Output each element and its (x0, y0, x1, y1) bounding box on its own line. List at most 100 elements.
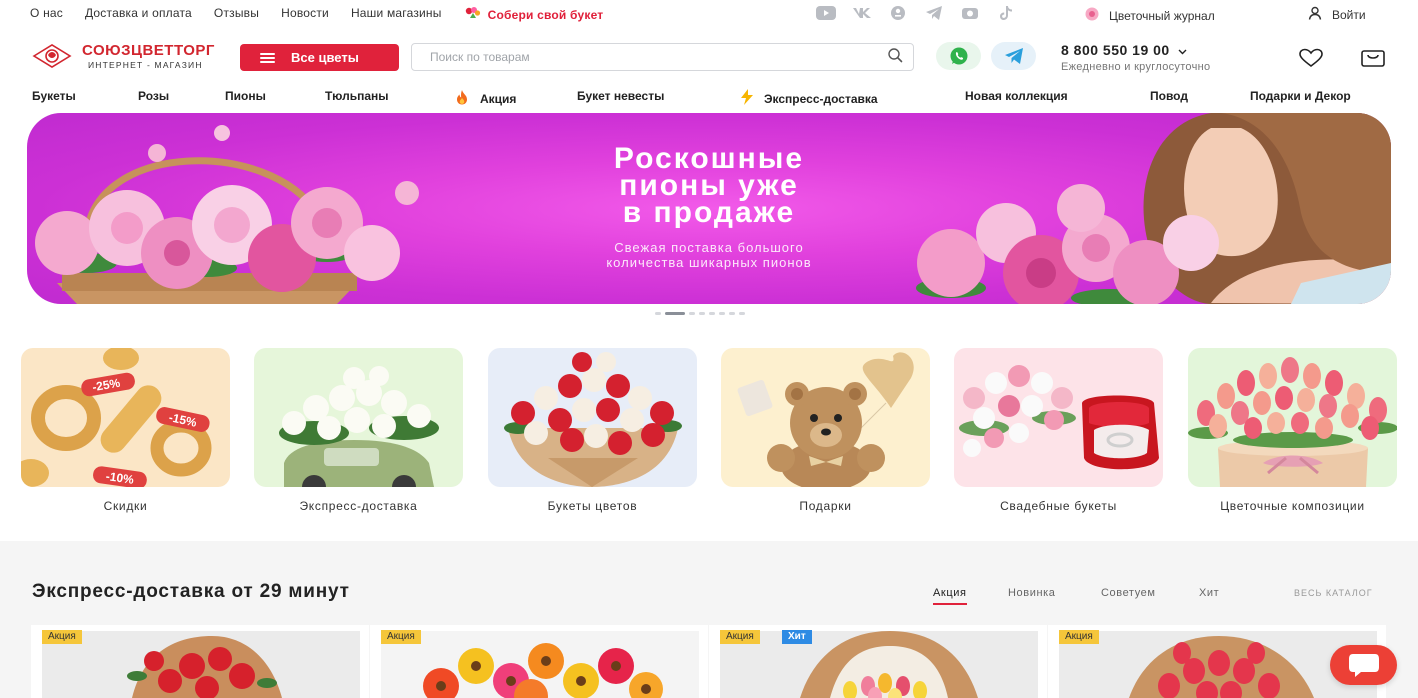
hero-subtitle-line: Свежая поставка большого (614, 240, 804, 255)
tab-sale[interactable]: Акция (933, 587, 967, 605)
peony-basket-image (35, 125, 419, 304)
nav-occasion[interactable]: Повод (1150, 89, 1188, 103)
ok-icon[interactable] (887, 5, 909, 21)
fire-icon (454, 89, 470, 108)
flower-journal-label: Цветочный журнал (1109, 8, 1215, 23)
wedding-bouquet-ring-image (959, 365, 1159, 476)
bouquet-icon (464, 6, 482, 23)
favorites-button[interactable] (1298, 48, 1324, 73)
tab-recommended[interactable]: Советуем (1101, 587, 1156, 599)
build-bouquet-link[interactable]: Собери свой букет (464, 6, 604, 23)
top-link-news[interactable]: Новости (281, 6, 329, 23)
login-link[interactable]: Войти (1308, 6, 1366, 23)
logo-flower-icon (32, 44, 72, 68)
search-box (411, 43, 914, 71)
product-card[interactable]: Акция (370, 625, 708, 698)
top-link-about[interactable]: О нас (30, 6, 63, 23)
all-catalog-link[interactable]: ВЕСЬ КАТАЛОГ (1294, 588, 1373, 598)
product-card[interactable]: Акция Хит (709, 625, 1047, 698)
logo-title: СОЮЗЦВЕТТОРГ (82, 41, 215, 59)
badge-sale: Акция (1059, 630, 1099, 644)
camera-icon[interactable] (959, 5, 981, 21)
tab-new[interactable]: Новинка (1008, 587, 1056, 599)
discount-balloons-image: -25% -15% -10% (21, 348, 212, 487)
top-link-delivery[interactable]: Доставка и оплата (85, 6, 192, 23)
nav-new-collection[interactable]: Новая коллекция (965, 89, 1068, 103)
slider-dot[interactable] (739, 312, 745, 315)
phone-number-text: 8 800 550 19 00 (1061, 42, 1170, 58)
top-link-stores[interactable]: Наши магазины (351, 6, 442, 23)
nav-roses[interactable]: Розы (138, 89, 169, 103)
category-bouquets[interactable]: Букеты цветов (488, 348, 697, 513)
tiktok-icon[interactable] (995, 5, 1017, 21)
all-flowers-button[interactable]: Все цветы (240, 44, 399, 71)
logo-text: СОЮЗЦВЕТТОРГ ИНТЕРНЕТ - МАГАЗИН (82, 43, 215, 70)
nav-express-delivery[interactable]: Экспресс-доставка (740, 89, 878, 108)
slider-dot[interactable] (699, 312, 705, 315)
search-input[interactable] (430, 50, 887, 64)
badge-sale: Акция (42, 630, 82, 644)
telegram-plane-icon (1004, 48, 1023, 64)
category-image (488, 348, 697, 487)
vk-icon[interactable] (851, 5, 873, 21)
whatsapp-icon (950, 47, 967, 65)
slider-dot[interactable] (729, 312, 735, 315)
phone-number[interactable]: 8 800 550 19 00 (1061, 42, 1210, 58)
badge-sale: Акция (381, 630, 421, 644)
youtube-icon[interactable] (815, 5, 837, 21)
hero-banner[interactable]: Роскошные пионы уже в продаже Свежая пос… (27, 113, 1391, 304)
product-image (42, 631, 360, 698)
slider-dot[interactable] (655, 312, 661, 315)
nav-tulips[interactable]: Тюльпаны (325, 89, 389, 103)
slider-dot[interactable] (689, 312, 695, 315)
hero-title-line: пионы уже (619, 169, 799, 202)
category-wedding[interactable]: Свадебные букеты (954, 348, 1163, 513)
whatsapp-button[interactable] (936, 42, 981, 70)
category-compositions[interactable]: Цветочные композиции (1188, 348, 1397, 513)
hero-subtitle: Свежая поставка большого количества шика… (507, 240, 911, 270)
all-flowers-label: Все цветы (291, 50, 359, 65)
product-card[interactable]: Акция (31, 625, 369, 698)
nav-sale[interactable]: Акция (454, 89, 516, 108)
telegram-button[interactable] (991, 42, 1036, 70)
top-link-reviews[interactable]: Отзывы (214, 6, 259, 23)
slider-dots (655, 312, 745, 315)
cart-icon (1361, 50, 1385, 67)
lightning-icon (740, 89, 754, 108)
logo[interactable]: СОЮЗЦВЕТТОРГ ИНТЕРНЕТ - МАГАЗИН (30, 42, 215, 70)
category-image (1188, 348, 1397, 487)
nav-bouquets[interactable]: Букеты (32, 89, 76, 103)
nav-bridal-bouquet[interactable]: Букет невесты (577, 89, 664, 103)
category-label: Букеты цветов (547, 499, 638, 513)
hero-title-line: Роскошные (613, 142, 805, 175)
category-image (721, 348, 930, 487)
category-label: Свадебные букеты (1000, 499, 1117, 513)
category-label: Скидки (103, 499, 148, 513)
category-express-delivery[interactable]: Экспресс-доставка (254, 348, 463, 513)
category-discounts[interactable]: -25% -15% -10% Скидки (21, 348, 230, 513)
tab-hit[interactable]: Хит (1199, 587, 1219, 599)
flowers-car-image (279, 366, 439, 487)
tulip-bouquet-image (800, 631, 978, 698)
section-title: Экспресс-доставка от 29 минут (32, 581, 350, 602)
category-label: Экспресс-доставка (299, 499, 418, 513)
nav-gifts-decor[interactable]: Подарки и Декор (1250, 89, 1351, 103)
chevron-down-icon[interactable] (1178, 42, 1187, 58)
site-header: СОЮЗЦВЕТТОРГ ИНТЕРНЕТ - МАГАЗИН Все цвет… (0, 26, 1418, 84)
slider-dot[interactable] (719, 312, 725, 315)
menu-icon (260, 52, 275, 63)
flower-journal-link[interactable]: Цветочный журнал (1083, 6, 1215, 25)
nav-peonies[interactable]: Пионы (225, 89, 266, 103)
category-gifts[interactable]: Подарки (721, 348, 930, 513)
slider-dot[interactable] (665, 312, 685, 315)
category-label: Цветочные композиции (1220, 499, 1365, 513)
cart-button[interactable] (1360, 48, 1386, 73)
category-label: Подарки (799, 499, 852, 513)
telegram-icon[interactable] (923, 5, 945, 21)
red-roses-image (127, 636, 282, 698)
chat-button[interactable] (1330, 645, 1397, 685)
hero-subtitle-line: количества шикарных пионов (606, 255, 812, 270)
hero-title: Роскошные пионы уже в продаже (507, 142, 911, 228)
search-icon[interactable] (887, 47, 903, 68)
slider-dot[interactable] (709, 312, 715, 315)
